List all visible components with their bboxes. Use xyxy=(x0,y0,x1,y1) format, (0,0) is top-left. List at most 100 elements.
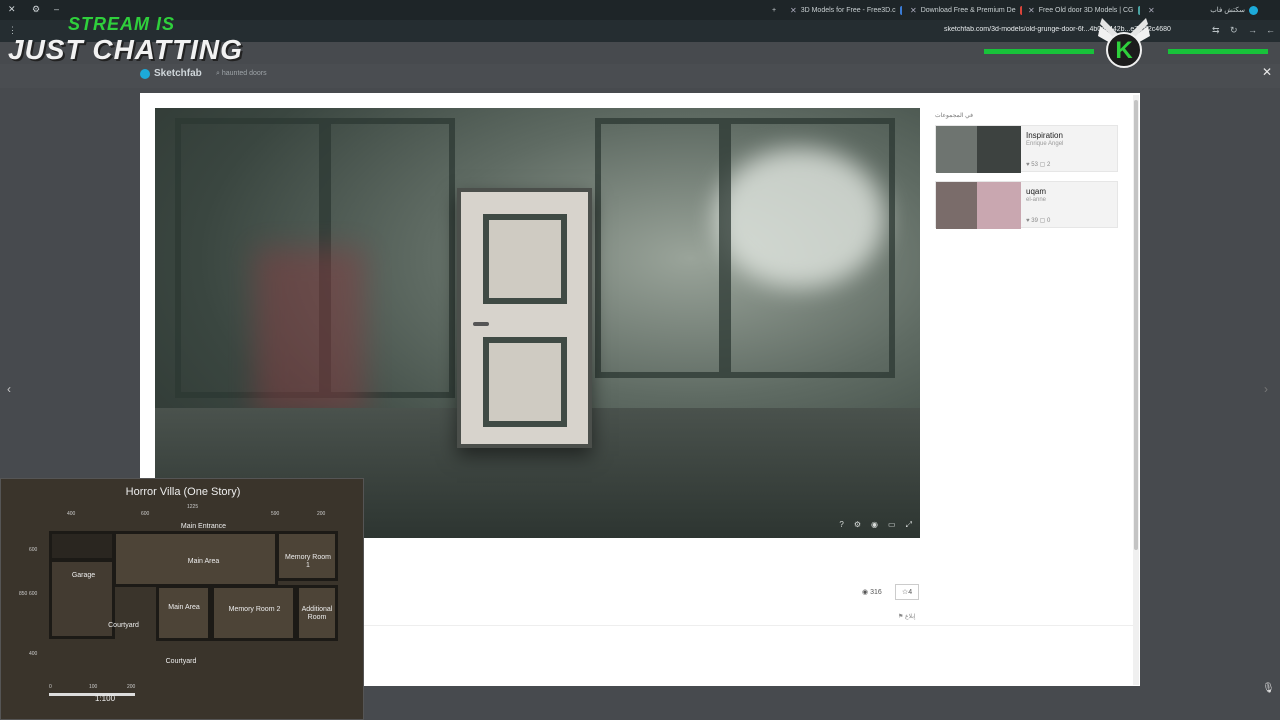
streamer-logo: K xyxy=(1098,18,1150,68)
collection-name[interactable]: uqam xyxy=(1026,187,1046,196)
previous-model-icon[interactable]: ‹ xyxy=(7,382,11,396)
reload-icon[interactable]: ↻ xyxy=(1230,25,1238,36)
minimize-icon[interactable]: – xyxy=(54,4,59,14)
close-icon[interactable]: ✕ xyxy=(1148,6,1155,15)
tab-free3d[interactable]: ✕ 3D Models for Free - Free3D.c xyxy=(790,3,902,17)
stream-status-line1: STREAM IS xyxy=(68,14,176,34)
close-icon[interactable]: ✕ xyxy=(790,6,797,15)
browser-tab-bar: ✕ ⚙ – + ✕ 3D Models for Free - Free3D.c … xyxy=(0,0,1280,20)
search-input[interactable]: ⌕ haunted doors xyxy=(216,70,267,78)
label-main-area-2: Main Area xyxy=(168,604,200,611)
dimension-label: 590 xyxy=(271,511,280,517)
dimension-label: 600 xyxy=(141,511,150,517)
dimension-label: 1225 xyxy=(187,504,199,510)
like-icon: ♥ xyxy=(1026,218,1030,224)
collection-author[interactable]: el-anne xyxy=(1026,197,1046,203)
collection-author[interactable]: Enrique Angel xyxy=(1026,141,1063,147)
label-main-area: Main Area xyxy=(187,558,220,565)
dimension-label: 400 xyxy=(29,651,38,657)
settings-icon[interactable]: ⚙ xyxy=(854,520,861,530)
label-main-entrance: Main Entrance xyxy=(180,523,227,530)
dimension-label: 200 xyxy=(317,511,326,517)
tab-title: سكتش فاب xyxy=(1210,7,1245,14)
collection-name[interactable]: Inspiration xyxy=(1026,131,1063,140)
sketchfab-logo-icon xyxy=(140,68,150,79)
tab-sketchfab-active[interactable]: ✕ سكتش فاب xyxy=(1148,3,1258,17)
sketchfab-logo[interactable]: Sketchfab xyxy=(140,68,202,79)
help-icon[interactable]: ? xyxy=(839,520,843,530)
close-icon[interactable]: ✕ xyxy=(910,6,917,15)
collection-card[interactable]: uqam el-anne ♥ 39 ▢ 0 xyxy=(935,181,1118,229)
models-icon: ▢ xyxy=(1039,162,1046,168)
back-icon[interactable]: ← xyxy=(1266,25,1275,35)
like-icon: ♥ xyxy=(1026,162,1030,168)
search-icon: ⌕ xyxy=(216,70,220,77)
models-icon: ▢ xyxy=(1039,218,1046,224)
label-courtyard: Courtyard xyxy=(108,622,139,629)
eye-icon: ◉ xyxy=(862,589,871,596)
tab-cgtrader[interactable]: ✕ Free Old door 3D Models | CG xyxy=(1028,3,1140,17)
sketchfab-favicon-icon xyxy=(1249,5,1258,15)
collection-likes: 53 xyxy=(1031,162,1038,168)
stairs xyxy=(49,531,115,561)
sketchfab-brand: Sketchfab xyxy=(154,68,202,79)
door-model xyxy=(457,188,592,448)
flag-icon: ⚑ xyxy=(898,614,906,620)
view-count-value: 316 xyxy=(870,589,882,596)
report-link[interactable]: ⚑ إبلاغ xyxy=(898,613,916,620)
door-handle xyxy=(473,322,489,326)
overlay-accent-bar xyxy=(1168,49,1268,54)
translate-icon[interactable]: ⇆ xyxy=(1212,25,1220,36)
collection-thumbnail xyxy=(936,182,1021,229)
window-frame xyxy=(595,118,725,378)
label-courtyard-bottom: Courtyard xyxy=(165,658,197,665)
collection-likes: 39 xyxy=(1031,218,1038,224)
label-memory-room-1: Memory Room 1 xyxy=(285,554,331,570)
like-count: 4 xyxy=(908,588,913,596)
report-label: إبلاغ xyxy=(905,614,916,620)
scale-tick: 200 xyxy=(127,684,136,690)
graffiti xyxy=(255,248,365,418)
window-frame xyxy=(725,118,895,378)
dimension-label: 600 xyxy=(29,547,38,553)
label-garage: Garage xyxy=(71,572,96,579)
browser-menu-icon[interactable]: ✕ xyxy=(8,4,16,15)
dimension-label: 400 xyxy=(67,511,76,517)
label-memory-room-2: Memory Room 2 xyxy=(228,606,281,613)
like-button[interactable]: ☆ 4 xyxy=(895,584,919,600)
collection-stats: ♥ 39 ▢ 0 xyxy=(1026,217,1050,224)
new-tab-button[interactable]: + xyxy=(772,3,782,17)
next-model-icon[interactable]: › xyxy=(1264,382,1268,396)
forward-icon[interactable]: → xyxy=(1248,25,1257,35)
collection-models: 0 xyxy=(1046,218,1051,224)
view-count: ◉ 316 xyxy=(862,588,882,596)
close-icon[interactable]: ✕ xyxy=(1028,6,1035,15)
collection-card[interactable]: Inspiration Enrique Angel ♥ 53 ▢ 2 xyxy=(935,125,1118,173)
close-modal-icon[interactable]: ✕ xyxy=(1262,65,1272,79)
microphone-icon[interactable]: 🎙 xyxy=(1262,683,1275,694)
browser-settings-icon[interactable]: ⚙ xyxy=(32,4,40,15)
collection-thumbnail xyxy=(936,126,1021,173)
scrollbar-thumb[interactable] xyxy=(1134,100,1138,550)
vr-icon[interactable]: ▭ xyxy=(888,520,896,530)
floor-plan-title: Horror Villa (One Story) xyxy=(125,486,241,498)
dimension-label: 600 xyxy=(29,591,38,597)
search-value: haunted doors xyxy=(221,70,267,77)
scale-tick: 0 xyxy=(49,684,52,690)
logo-letter: K xyxy=(1115,37,1133,64)
fullscreen-icon[interactable]: ⤢ xyxy=(906,520,912,530)
inspector-icon[interactable]: ◉ xyxy=(871,520,878,530)
room-main-area-2 xyxy=(156,585,211,641)
door-panel-upper xyxy=(483,214,567,304)
scale-bar xyxy=(49,693,135,696)
3d-model-viewer[interactable]: ? ⚙ ◉ ▭ ⤢ xyxy=(155,108,920,538)
divider xyxy=(364,625,1134,626)
free3d-favicon-icon xyxy=(899,5,902,15)
url-field[interactable]: sketchfab.com/3d-models/old-grunge-door-… xyxy=(944,26,1204,33)
stream-status-line2: JUST CHATTING xyxy=(8,34,243,65)
tab-title: 3D Models for Free - Free3D.c xyxy=(800,6,896,14)
door-panel-lower xyxy=(483,337,567,427)
tab-download-free[interactable]: ✕ Download Free & Premium De xyxy=(910,3,1022,17)
collection-stats: ♥ 53 ▢ 2 xyxy=(1026,161,1050,168)
collections-heading: في المجموعات xyxy=(935,113,973,119)
